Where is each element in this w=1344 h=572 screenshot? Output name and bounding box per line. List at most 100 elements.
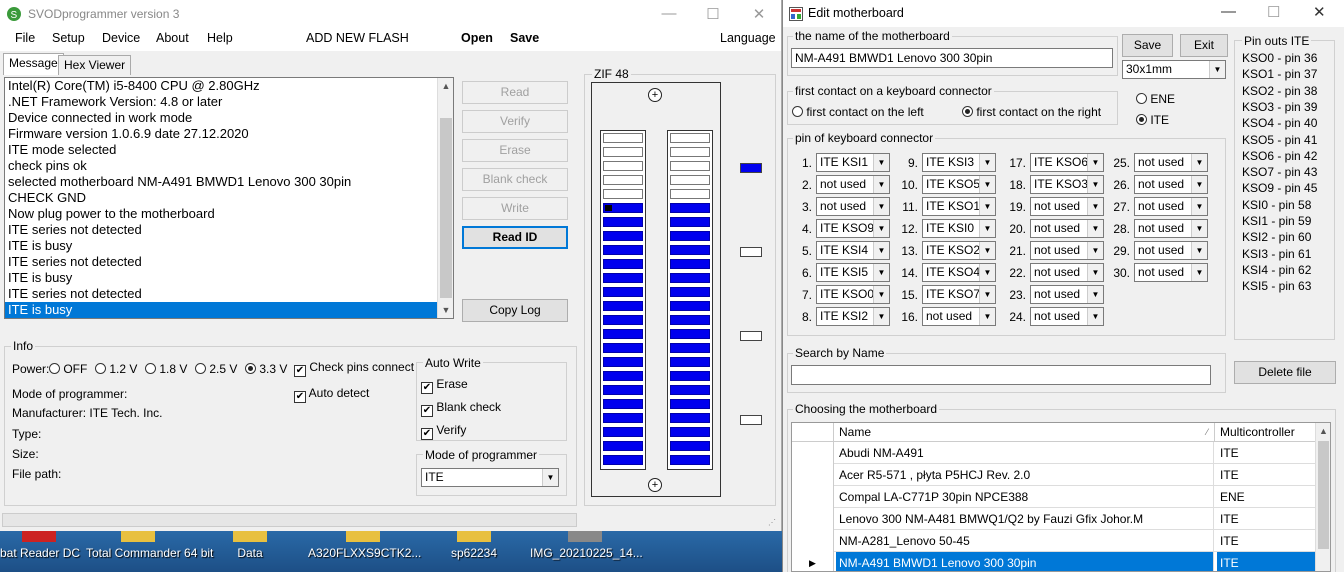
scroll-thumb[interactable] [440, 118, 452, 298]
log-line[interactable]: ITE series not detected [5, 222, 453, 238]
pin-select-27[interactable]: not used ▼ [1134, 197, 1208, 216]
pin-select-4[interactable]: ITE KSO9 ▼ [816, 219, 890, 238]
pin-select-10[interactable]: ITE KSO5 ▼ [922, 175, 996, 194]
power-3-3v-radio[interactable]: 3.3 V [245, 362, 287, 376]
grid-scroll-thumb[interactable] [1318, 441, 1329, 549]
write-button[interactable]: Write [462, 197, 568, 220]
desktop-icon-img[interactable]: IMG_20210225_14... [530, 530, 643, 572]
scroll-up-icon[interactable]: ▲ [1316, 423, 1330, 439]
minimize-button[interactable]: — [646, 0, 692, 27]
menu-help[interactable]: Help [207, 31, 233, 45]
pin-select-7[interactable]: ITE KSO0 ▼ [816, 285, 890, 304]
edit-close-button[interactable]: ✕ [1313, 3, 1326, 21]
edit-save-button[interactable]: Save [1122, 34, 1173, 57]
menu-open[interactable]: Open [461, 31, 493, 45]
search-input[interactable] [791, 365, 1211, 385]
pin-select-6[interactable]: ITE KSI5 ▼ [816, 263, 890, 282]
row-header[interactable] [792, 530, 834, 552]
power-1-2v-radio[interactable]: 1.2 V [95, 362, 137, 376]
log-scrollbar[interactable]: ▲ ▼ [437, 78, 453, 318]
table-row[interactable]: ▶ NM-A491 BMWD1 Lenovo 300 30pin ITE [792, 552, 1316, 571]
pin-select-2[interactable]: not used ▼ [816, 175, 890, 194]
copy-log-button[interactable]: Copy Log [462, 299, 568, 322]
log-line[interactable]: Intel(R) Core(TM) i5-8400 CPU @ 2.80GHz [5, 78, 453, 94]
menu-device[interactable]: Device [102, 31, 140, 45]
auto-erase-checkbox[interactable]: ✔ Erase [421, 377, 468, 394]
grid-header-multicontroller[interactable]: Multicontroller [1215, 423, 1316, 442]
log-line[interactable]: ITE mode selected [5, 142, 453, 158]
pin-select-29[interactable]: not used ▼ [1134, 241, 1208, 260]
pin-select-20[interactable]: not used ▼ [1030, 219, 1104, 238]
scroll-down-icon[interactable]: ▼ [438, 302, 453, 318]
pin-select-17[interactable]: ITE KSO6 ▼ [1030, 153, 1104, 172]
table-row[interactable]: Abudi NM-A491 ITE [792, 442, 1316, 464]
erase-button[interactable]: Erase [462, 139, 568, 162]
pin-select-28[interactable]: not used ▼ [1134, 219, 1208, 238]
power-2-5v-radio[interactable]: 2.5 V [195, 362, 237, 376]
mode-select[interactable]: ITE ▼ [421, 468, 559, 487]
desktop-icon-total-commander[interactable]: Total Commander 64 bit [86, 530, 213, 572]
pin-select-30[interactable]: not used ▼ [1134, 263, 1208, 282]
motherboard-grid[interactable]: Name ⁄ Multicontroller Abudi NM-A491 ITE Ac… [791, 422, 1331, 572]
ite-radio[interactable]: ITE [1136, 113, 1169, 127]
check-pins-connect-checkbox[interactable]: ✔ Check pins connect [294, 360, 414, 377]
log-line[interactable]: .NET Framework Version: 4.8 or later [5, 94, 453, 110]
log-line[interactable]: Firmware version 1.0.6.9 date 27.12.2020 [5, 126, 453, 142]
desktop-icon-data[interactable]: Data [220, 530, 280, 572]
pin-select-22[interactable]: not used ▼ [1030, 263, 1104, 282]
edit-exit-button[interactable]: Exit [1180, 34, 1228, 57]
menu-about[interactable]: About [156, 31, 189, 45]
pin-select-19[interactable]: not used ▼ [1030, 197, 1104, 216]
table-row[interactable]: Acer R5-571 , płyta P5HCJ Rev. 2.0 ITE [792, 464, 1316, 486]
first-contact-right-radio[interactable]: first contact on the right [962, 105, 1101, 119]
power-1-8v-radio[interactable]: 1.8 V [145, 362, 187, 376]
motherboard-name-input[interactable]: NM-A491 BMWD1 Lenovo 300 30pin [791, 48, 1113, 68]
pin-select-3[interactable]: not used ▼ [816, 197, 890, 216]
row-header[interactable] [792, 464, 834, 486]
table-row[interactable]: Compal LA-C771P 30pin NPCE388 ENE [792, 486, 1316, 508]
grid-header-name[interactable]: Name ⁄ [834, 423, 1215, 442]
blank-check-button[interactable]: Blank check [462, 168, 568, 191]
pin-select-18[interactable]: ITE KSO3 ▼ [1030, 175, 1104, 194]
scroll-up-icon[interactable]: ▲ [438, 78, 453, 94]
tab-hex-viewer[interactable]: Hex Viewer [58, 55, 132, 75]
menu-setup[interactable]: Setup [52, 31, 85, 45]
menu-add-new-flash[interactable]: ADD NEW FLASH [306, 31, 409, 45]
pin-select-25[interactable]: not used ▼ [1134, 153, 1208, 172]
log-line[interactable]: ITE is busy [5, 302, 453, 318]
row-header[interactable]: ▶ [792, 552, 834, 571]
row-header[interactable] [792, 486, 834, 508]
pin-select-15[interactable]: ITE KSO7 ▼ [922, 285, 996, 304]
menu-save[interactable]: Save [510, 31, 539, 45]
close-button[interactable]: ✕ [736, 0, 782, 27]
pin-select-13[interactable]: ITE KSO2 ▼ [922, 241, 996, 260]
pin-select-21[interactable]: not used ▼ [1030, 241, 1104, 260]
connector-size-select[interactable]: 30x1mm ▼ [1122, 60, 1226, 79]
pin-select-8[interactable]: ITE KSI2 ▼ [816, 307, 890, 326]
grid-scrollbar[interactable]: ▲ [1315, 423, 1330, 571]
log-line[interactable]: ITE is busy [5, 270, 453, 286]
first-contact-left-radio[interactable]: first contact on the left [792, 105, 924, 119]
pin-select-26[interactable]: not used ▼ [1134, 175, 1208, 194]
table-row[interactable]: NM-A281_Lenovo 50-45 ITE [792, 530, 1316, 552]
pin-select-23[interactable]: not used ▼ [1030, 285, 1104, 304]
edit-minimize-button[interactable]: — [1221, 3, 1236, 20]
ene-radio[interactable]: ENE [1136, 92, 1175, 106]
read-id-button[interactable]: Read ID [462, 226, 568, 249]
pin-select-16[interactable]: not used ▼ [922, 307, 996, 326]
log-line[interactable]: ITE series not detected [5, 254, 453, 270]
log-line[interactable]: CHECK GND [5, 190, 453, 206]
pin-select-9[interactable]: ITE KSI3 ▼ [922, 153, 996, 172]
pin-select-14[interactable]: ITE KSO4 ▼ [922, 263, 996, 282]
auto-blank-check-checkbox[interactable]: ✔ Blank check [421, 400, 501, 417]
resize-grip-icon[interactable]: ⋰ [768, 518, 778, 528]
message-log[interactable]: Intel(R) Core(TM) i5-8400 CPU @ 2.80GHz.… [4, 77, 454, 319]
menu-file[interactable]: File [15, 31, 35, 45]
menu-language[interactable]: Language [720, 31, 776, 45]
row-header[interactable] [792, 508, 834, 530]
edit-maximize-button[interactable]: ☐ [1267, 3, 1280, 21]
desktop-icon-a320[interactable]: A320FLXXS9CTK2... [308, 530, 421, 572]
row-header[interactable] [792, 442, 834, 464]
log-line[interactable]: selected motherboard NM-A491 BMWD1 Lenov… [5, 174, 453, 190]
maximize-button[interactable]: ☐ [690, 0, 736, 27]
